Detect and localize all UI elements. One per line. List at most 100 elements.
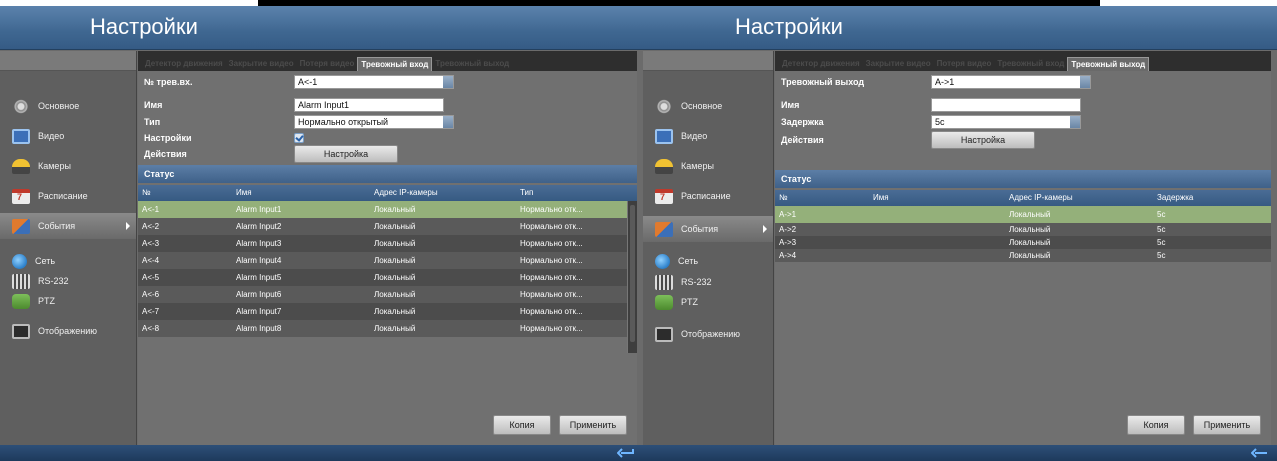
table-row[interactable]: A->1 Локальный 5с: [775, 206, 1271, 223]
copy-button[interactable]: Копия: [1127, 415, 1185, 435]
col-header-number[interactable]: №: [775, 190, 869, 206]
table-row[interactable]: A->4 Локальный 5с: [775, 249, 1271, 262]
name-label: Имя: [781, 100, 800, 110]
col-header-name[interactable]: Имя: [232, 185, 370, 201]
settings-label: Настройки: [144, 133, 192, 143]
table-row[interactable]: A<-2 Alarm Input2 Локальный Нормально отк..…: [138, 218, 637, 235]
alarm-input-number-select[interactable]: A<-1: [294, 75, 454, 89]
footer-buttons: Копия Применить: [1127, 415, 1261, 435]
table-row[interactable]: A<-8 Alarm Input8 Локальный Нормально отк..…: [138, 320, 637, 337]
ptz-icon: [655, 294, 673, 310]
apply-button[interactable]: Применить: [559, 415, 627, 435]
action-settings-button[interactable]: Настройка: [931, 131, 1035, 149]
status-header: Статус: [138, 165, 637, 183]
sidebar-item-ptz[interactable]: PTZ: [0, 288, 136, 314]
sidebar-item-general[interactable]: Основное: [643, 93, 773, 119]
table-row[interactable]: A<-5 Alarm Input5 Локальный Нормально отк..…: [138, 269, 637, 286]
col-header-name[interactable]: Имя: [869, 190, 1005, 206]
tab-alarm-input[interactable]: Тревожный вход: [357, 57, 433, 71]
video-icon: [655, 128, 673, 144]
col-header-delay[interactable]: Задержка: [1153, 190, 1243, 206]
table-row[interactable]: A<-1 Alarm Input1 Локальный Нормально отк..…: [138, 201, 637, 218]
col-header-ip-address[interactable]: Адрес IP-камеры: [370, 185, 516, 201]
tab-video-loss[interactable]: Потеря видео: [934, 57, 995, 71]
tab-motion-detection[interactable]: Детектор движения: [779, 57, 863, 71]
sidebar-item-ptz[interactable]: PTZ: [643, 289, 773, 315]
copy-button[interactable]: Копия: [493, 415, 551, 435]
settings-window-alarm-input: Настройки Основное Видео Камеры Расписан…: [0, 6, 643, 461]
window-header: Настройки: [643, 6, 1277, 50]
page-title: Настройки: [90, 14, 198, 39]
name-row: Имя Alarm Input1: [144, 96, 631, 114]
sidebar-item-events[interactable]: События: [643, 216, 773, 242]
name-row: Имя: [781, 96, 1265, 114]
table-row[interactable]: A->2 Локальный 5с: [775, 223, 1271, 236]
sidebar-item-schedule[interactable]: Расписание: [0, 183, 136, 209]
table-row[interactable]: A<-6 Alarm Input6 Локальный Нормально отк..…: [138, 286, 637, 303]
name-input[interactable]: Alarm Input1: [294, 98, 444, 112]
alarm-output-row: Тревожный выход A->1: [781, 73, 1265, 91]
sidebar-item-events[interactable]: События: [0, 213, 136, 239]
calendar-icon: [655, 188, 673, 204]
alarm-input-table: № Имя Адрес IP-камеры Тип A<-1 Alarm Inpu…: [138, 185, 637, 361]
delay-select[interactable]: 5с: [931, 115, 1081, 129]
rs232-icon: [655, 274, 673, 290]
type-label: Тип: [144, 117, 161, 127]
sidebar-item-general[interactable]: Основное: [0, 93, 136, 119]
col-header-type[interactable]: Тип: [516, 185, 616, 201]
alarm-output-table: № Имя Адрес IP-камеры Задержка A->1 Локал…: [775, 190, 1271, 280]
network-globe-icon: [655, 253, 670, 269]
delay-row: Задержка 5с: [781, 113, 1265, 131]
action-label: Действия: [781, 135, 824, 145]
page-title: Настройки: [735, 14, 843, 39]
alarm-input-number-row: № трев.вх. A<-1: [144, 73, 631, 91]
table-row[interactable]: A<-7 Alarm Input7 Локальный Нормально отк..…: [138, 303, 637, 320]
alarm-output-select[interactable]: A->1: [931, 75, 1091, 89]
tab-alarm-output[interactable]: Тревожный выход: [1067, 57, 1150, 71]
sidebar: Основное Видео Камеры Расписание События…: [643, 51, 774, 445]
table-row[interactable]: A->3 Локальный 5с: [775, 236, 1271, 249]
table-scrollbar[interactable]: [627, 201, 637, 353]
alarm-output-label: Тревожный выход: [781, 77, 865, 87]
action-settings-button[interactable]: Настройка: [294, 145, 398, 163]
footer-buttons: Копия Применить: [493, 415, 627, 435]
col-header-ip-address[interactable]: Адрес IP-камеры: [1005, 190, 1153, 206]
window-header: Настройки: [0, 6, 643, 50]
display-icon: [12, 323, 30, 339]
delay-label: Задержка: [781, 117, 824, 127]
settings-checkbox[interactable]: [294, 133, 304, 143]
type-select[interactable]: Нормально открытый: [294, 115, 454, 129]
ptz-icon: [12, 293, 30, 309]
status-header: Статус: [775, 170, 1271, 188]
tab-alarm-input[interactable]: Тревожный вход: [994, 57, 1067, 71]
tab-motion-detection[interactable]: Детектор движения: [142, 57, 226, 71]
calendar-icon: [12, 188, 30, 204]
chevron-right-icon: [126, 222, 130, 230]
alarm-input-number-label: № трев.вх.: [144, 77, 193, 87]
chevron-right-icon: [763, 225, 767, 233]
name-input[interactable]: [931, 98, 1081, 112]
video-icon: [12, 128, 30, 144]
rs232-icon: [12, 273, 30, 289]
col-header-number[interactable]: №: [138, 185, 232, 201]
tab-video-tampering[interactable]: Закрытие видео: [226, 57, 297, 71]
table-header: № Имя Адрес IP-камеры Задержка: [775, 190, 1271, 206]
apply-button[interactable]: Применить: [1193, 415, 1261, 435]
sidebar-item-cameras[interactable]: Камеры: [643, 153, 773, 179]
network-globe-icon: [12, 253, 27, 269]
action-row: Действия Настройка: [781, 131, 1265, 149]
return-icon[interactable]: [1251, 447, 1269, 459]
table-row[interactable]: A<-3 Alarm Input3 Локальный Нормально отк..…: [138, 235, 637, 252]
tab-video-loss[interactable]: Потеря видео: [297, 57, 358, 71]
sidebar-item-video[interactable]: Видео: [0, 123, 136, 149]
sidebar-item-video[interactable]: Видео: [643, 123, 773, 149]
sidebar-item-schedule[interactable]: Расписание: [643, 183, 773, 209]
tab-alarm-output[interactable]: Тревожный выход: [432, 57, 512, 71]
table-row[interactable]: A<-4 Alarm Input4 Локальный Нормально отк..…: [138, 252, 637, 269]
sidebar-item-display[interactable]: Отображению: [0, 318, 136, 344]
sidebar: Основное Видео Камеры Расписание События…: [0, 51, 137, 445]
sidebar-item-cameras[interactable]: Камеры: [0, 153, 136, 179]
return-icon[interactable]: [617, 447, 635, 459]
sidebar-item-display[interactable]: Отображению: [643, 321, 773, 347]
tab-video-tampering[interactable]: Закрытие видео: [863, 57, 934, 71]
